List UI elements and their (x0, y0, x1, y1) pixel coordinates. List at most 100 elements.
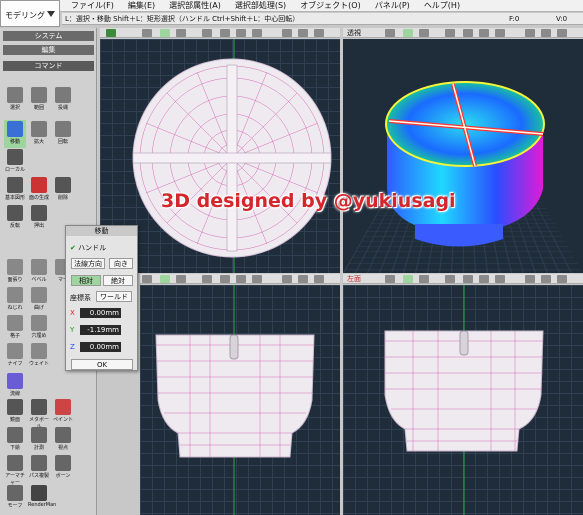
viewport-front[interactable] (140, 285, 340, 515)
tool-button[interactable]: ナイフ (4, 342, 26, 370)
absolute-button[interactable]: 絶対 (103, 275, 133, 286)
viewport-perspective[interactable] (343, 39, 583, 273)
tab-system[interactable]: システム (3, 31, 94, 41)
tool-button[interactable]: ペイント (52, 398, 74, 426)
orbit-icon[interactable] (314, 275, 324, 283)
wireframe-icon[interactable] (160, 29, 170, 37)
camera-icon[interactable] (106, 29, 116, 37)
handle-checkbox[interactable]: ✔ ハンドル (70, 243, 106, 253)
menu-item[interactable]: ヘルプ(H) (417, 1, 467, 11)
rotate-icon[interactable] (236, 29, 246, 37)
tool-button[interactable]: 曲げ (28, 286, 50, 314)
relative-button[interactable]: 相対 (71, 275, 101, 286)
menu-item[interactable]: オブジェクト(O) (293, 1, 368, 11)
mode-select[interactable]: モデリング (0, 0, 60, 27)
front-view-icon[interactable] (385, 275, 395, 283)
tool-button[interactable]: 穴埋め (28, 314, 50, 342)
grid-icon[interactable] (463, 29, 473, 37)
tool-button[interactable]: 投縄 (52, 86, 74, 114)
menu-item[interactable]: ファイル(F) (64, 1, 121, 11)
layout-icon[interactable] (445, 275, 455, 283)
normal-direction-button[interactable]: 法線方向 (71, 258, 105, 269)
zoom-icon[interactable] (282, 275, 292, 283)
tool-button[interactable]: RenderMan (28, 484, 50, 512)
menu-item[interactable]: 選択部属性(A) (162, 1, 228, 11)
tool-button[interactable]: 反転 (4, 204, 26, 232)
grid-icon[interactable] (220, 275, 230, 283)
viewbar-top-right: 透視 (343, 28, 583, 38)
orbit-icon[interactable] (314, 29, 324, 37)
pan-icon[interactable] (298, 29, 308, 37)
tool-button[interactable]: ねじれ (4, 286, 26, 314)
y-value-field[interactable]: -1.19mm (80, 325, 121, 335)
rotate-icon[interactable] (479, 29, 489, 37)
world-button[interactable]: ワールド (96, 291, 132, 302)
tool-button[interactable]: メタボール (28, 398, 50, 426)
tool-button[interactable]: 移動 (4, 120, 26, 148)
checkmark-icon: ✔ (70, 244, 76, 252)
tab-edit[interactable]: 編集 (3, 45, 94, 55)
tool-button[interactable]: 回転 (52, 120, 74, 148)
pan-icon[interactable] (541, 29, 551, 37)
menu-item[interactable]: 編集(E) (121, 1, 162, 11)
tab-command[interactable]: コマンド (3, 61, 94, 71)
rotate-icon[interactable] (236, 275, 246, 283)
tool-button[interactable]: パス複製 (28, 454, 50, 482)
tool-button[interactable]: 格子 (4, 314, 26, 342)
menu-item[interactable]: 選択部処理(S) (228, 1, 293, 11)
x-value-field[interactable]: 0.00mm (80, 308, 121, 318)
shade-icon[interactable] (419, 275, 429, 283)
wireframe-icon[interactable] (160, 275, 170, 283)
tool-button[interactable]: ベベル (28, 258, 50, 286)
tool-button[interactable]: 削除 (52, 176, 74, 204)
zoom-icon[interactable] (525, 275, 535, 283)
wireframe-icon[interactable] (403, 275, 413, 283)
pan-icon[interactable] (298, 275, 308, 283)
shade-icon[interactable] (419, 29, 429, 37)
tool-button[interactable]: 押出 (28, 204, 50, 232)
pan-icon[interactable] (541, 275, 551, 283)
tool-button[interactable]: 面張り (4, 258, 26, 286)
orbit-icon[interactable] (557, 275, 567, 283)
front-view-icon[interactable] (142, 275, 152, 283)
orbit-icon[interactable] (557, 29, 567, 37)
front-view-icon[interactable] (385, 29, 395, 37)
grid-icon[interactable] (463, 275, 473, 283)
tool-button[interactable]: ローカル (4, 148, 26, 176)
shade-icon[interactable] (176, 29, 186, 37)
z-value-field[interactable]: 0.00mm (80, 342, 121, 352)
shade-icon[interactable] (176, 275, 186, 283)
refresh-icon[interactable] (495, 275, 505, 283)
tool-button[interactable]: 視点 (52, 426, 74, 454)
menu-bar: ファイル(F) 編集(E) 選択部属性(A) 選択部処理(S) オブジェクト(O) パネル… (0, 0, 583, 12)
layout-icon[interactable] (202, 275, 212, 283)
tool-button[interactable]: 範囲 (28, 86, 50, 114)
layout-icon[interactable] (445, 29, 455, 37)
wireframe-icon[interactable] (403, 29, 413, 37)
tool-button[interactable]: 下絵 (4, 426, 26, 454)
front-view-icon[interactable] (142, 29, 152, 37)
zoom-icon[interactable] (282, 29, 292, 37)
tool-button[interactable]: 流線 (4, 372, 26, 400)
tool-button[interactable]: 拡大 (28, 120, 50, 148)
tool-button[interactable]: 基本図形 (4, 176, 26, 204)
viewport-left[interactable] (343, 285, 583, 515)
menu-item[interactable]: パネル(P) (368, 1, 417, 11)
refresh-icon[interactable] (252, 275, 262, 283)
tool-button[interactable]: ボーン (52, 454, 74, 482)
tool-button[interactable]: 鏡面 (4, 398, 26, 426)
tool-button[interactable]: 面の生成 (28, 176, 50, 204)
refresh-icon[interactable] (252, 29, 262, 37)
direction-button[interactable]: 向き (109, 258, 133, 269)
tool-button[interactable]: アーマチャー (4, 454, 26, 482)
zoom-icon[interactable] (525, 29, 535, 37)
layout-icon[interactable] (202, 29, 212, 37)
ok-button[interactable]: OK (71, 359, 133, 370)
tool-button[interactable]: 選択 (4, 86, 26, 114)
grid-icon[interactable] (220, 29, 230, 37)
tool-button[interactable]: 計測 (28, 426, 50, 454)
refresh-icon[interactable] (495, 29, 505, 37)
tool-button[interactable]: モーフ (4, 484, 26, 512)
tool-button[interactable]: ウェイト (28, 342, 50, 370)
rotate-icon[interactable] (479, 275, 489, 283)
